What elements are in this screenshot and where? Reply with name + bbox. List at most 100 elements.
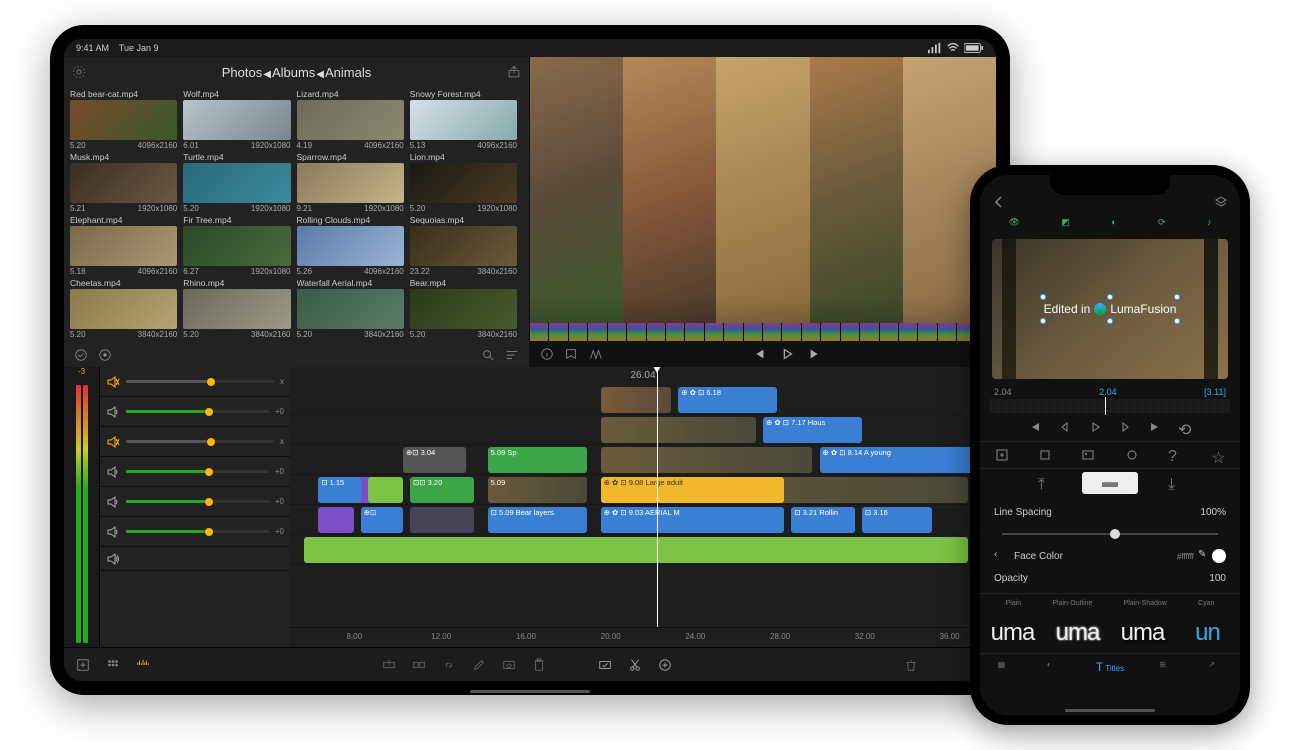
select-tool-icon[interactable] [598, 658, 612, 672]
add-icon[interactable] [658, 658, 672, 672]
tab-5-icon[interactable]: ↗ [1208, 660, 1222, 674]
cut-icon[interactable] [628, 658, 642, 672]
sort-icon[interactable] [505, 348, 519, 362]
timeline-clip[interactable]: ⊡⊡ 3.20 [410, 477, 474, 503]
record-icon[interactable] [98, 348, 112, 362]
speaker-icon[interactable] [106, 465, 120, 479]
edit-icon[interactable] [472, 658, 486, 672]
title-overlay[interactable]: Edited in LumaFusion [1044, 302, 1177, 316]
skip-back-icon[interactable] [752, 347, 766, 361]
master-speaker-icon[interactable] [106, 552, 120, 566]
volume-slider[interactable] [126, 410, 269, 413]
timeline-clip[interactable]: ⊕ ✿ ⊡ 9.03 AERIAL M [601, 507, 785, 533]
title-preset[interactable]: Cyan [1198, 600, 1214, 607]
track-header[interactable]: +0 [100, 517, 290, 547]
mute-icon[interactable] [106, 375, 120, 389]
track-header[interactable]: x [100, 367, 290, 397]
track-header[interactable]: +0 [100, 397, 290, 427]
marker-icon[interactable] [564, 347, 578, 361]
phone-play-icon[interactable] [1088, 420, 1102, 434]
timeline-clip[interactable] [368, 477, 403, 503]
volume-slider[interactable] [126, 380, 274, 383]
add-text-icon[interactable] [995, 448, 1009, 462]
media-thumbnail[interactable]: Red bear-cat.mp4 5.204096x2160 [70, 89, 177, 150]
track-header[interactable]: +0 [100, 487, 290, 517]
color-icon[interactable]: ◐ [1111, 217, 1116, 227]
media-thumbnail[interactable]: Musk.mp4 5.211920x1080 [70, 152, 177, 213]
timeline-clip[interactable]: ⊡ 3.16 [862, 507, 933, 533]
volume-slider[interactable] [126, 440, 274, 443]
image-icon[interactable] [1081, 448, 1095, 462]
track-header[interactable]: +0 [100, 457, 290, 487]
step-fwd-icon[interactable] [1118, 420, 1132, 434]
media-thumbnail[interactable]: Cheetas.mp4 5.203840x2160 [70, 278, 177, 339]
media-thumbnail[interactable]: Wolf.mp4 6.011920x1080 [183, 89, 290, 150]
preset-preview-strip[interactable]: uma uma uma un [980, 613, 1240, 653]
speed-icon[interactable]: ⟳ [1158, 217, 1166, 228]
volume-slider[interactable] [126, 470, 269, 473]
timeline-clip[interactable]: 5.09 [488, 477, 587, 503]
step-back-icon[interactable] [1058, 420, 1072, 434]
back-icon[interactable] [992, 195, 1006, 209]
tab-titles[interactable]: T Titles [1096, 660, 1124, 674]
media-thumbnail[interactable]: Fir Tree.mp4 6.271920x1080 [183, 215, 290, 276]
library-icon[interactable] [106, 658, 120, 672]
speaker-icon[interactable] [106, 405, 120, 419]
mask-icon[interactable]: ◩ [1061, 217, 1070, 228]
title-preset[interactable]: Plain-Outline [1052, 600, 1092, 607]
speaker-icon[interactable] [106, 495, 120, 509]
insert-icon[interactable] [382, 658, 396, 672]
timeline-clip[interactable]: ⊕ ✿ ⊡ 7.17 Hous [763, 417, 862, 443]
phone-ruler[interactable] [990, 399, 1230, 413]
timeline-clip[interactable]: ⊕ ✿ ⊡ 9.08 Large adult [601, 477, 785, 503]
timeline-track[interactable]: ⊕⊡ 3.045.09 Sp⊕ ✿ ⊡ 8.14 A young [290, 445, 996, 475]
media-thumbnail[interactable]: Turtle.mp4 5.201920x1080 [183, 152, 290, 213]
link-icon[interactable] [442, 658, 456, 672]
timeline-clip[interactable]: ⊕ ✿ ⊡ 8.14 A young [820, 447, 989, 473]
media-thumbnail[interactable]: Sequoias.mp4 23.223840x2160 [410, 215, 517, 276]
timeline-clip[interactable] [410, 507, 474, 533]
track-header[interactable]: x [100, 427, 290, 457]
timeline[interactable]: 26.04 ⊕ ✿ ⊡ 6.18⊕ ✿ ⊡ 7.17 Hous⊕⊡ 3.045.… [290, 367, 996, 647]
search-icon[interactable] [481, 348, 495, 362]
tab-4-icon[interactable]: ⊞ [1159, 660, 1173, 674]
align-middle-icon[interactable]: ▬ [1082, 472, 1138, 494]
media-thumbnail[interactable]: Bear.mp4 5.203840x2160 [410, 278, 517, 339]
media-thumbnail[interactable]: Lion.mp4 5.201920x1080 [410, 152, 517, 213]
clipboard-icon[interactable] [532, 658, 546, 672]
timeline-clip[interactable] [304, 537, 968, 563]
skip-forward-icon[interactable] [808, 347, 822, 361]
favorite-icon[interactable] [502, 658, 516, 672]
timeline-track[interactable] [290, 535, 996, 565]
overwrite-icon[interactable] [412, 658, 426, 672]
media-thumbnail[interactable]: Sparrow.mp4 9.211920x1080 [297, 152, 404, 213]
timeline-clip[interactable]: ⊕⊡ 3.04 [403, 447, 467, 473]
phone-preview[interactable]: Edited in LumaFusion [992, 239, 1228, 379]
eye-icon[interactable]: 👁 [1009, 217, 1020, 228]
import-icon[interactable] [507, 65, 521, 79]
volume-slider[interactable] [126, 530, 269, 533]
media-thumbnail[interactable]: Snowy Forest.mp4 5.134096x2160 [410, 89, 517, 150]
goto-end-icon[interactable] [1148, 420, 1162, 434]
mute-icon[interactable] [106, 435, 120, 449]
trash-icon[interactable] [904, 658, 918, 672]
align-bottom-icon[interactable]: ⤓ [1168, 476, 1182, 490]
timeline-track[interactable]: ⊡ 1.15⊡⊡ 3.205.09⊕ ✿ ⊡ 9.08 Large adult [290, 475, 996, 505]
select-all-icon[interactable] [74, 348, 88, 362]
media-thumbnail[interactable]: Lizard.mp4 4.194096x2160 [297, 89, 404, 150]
info-icon[interactable] [540, 347, 554, 361]
add-project-icon[interactable] [76, 658, 90, 672]
play-icon[interactable] [780, 347, 794, 361]
media-thumbnail[interactable]: Rolling Clouds.mp4 5.264096x2160 [297, 215, 404, 276]
timeline-clip[interactable]: ⊕⊡ [361, 507, 403, 533]
color-swatch[interactable] [1212, 549, 1226, 563]
timeline-track[interactable]: ⊕⊡⊡ 5.09 Bear layers.⊕ ✿ ⊡ 9.03 AERIAL M… [290, 505, 996, 535]
timeline-clip[interactable] [601, 387, 672, 413]
breadcrumb[interactable]: Photos◀Albums◀Animals [94, 65, 499, 80]
media-thumbnail[interactable]: Rhino.mp4 5.203840x2160 [183, 278, 290, 339]
title-preset[interactable]: Plain [1006, 600, 1022, 607]
layers-icon[interactable] [1214, 195, 1228, 209]
tab-1-icon[interactable]: ▦ [998, 660, 1012, 674]
timeline-clip[interactable]: ⊕ ✿ ⊡ 6.18 [678, 387, 777, 413]
audio-icon[interactable]: ♪ [1207, 217, 1212, 227]
